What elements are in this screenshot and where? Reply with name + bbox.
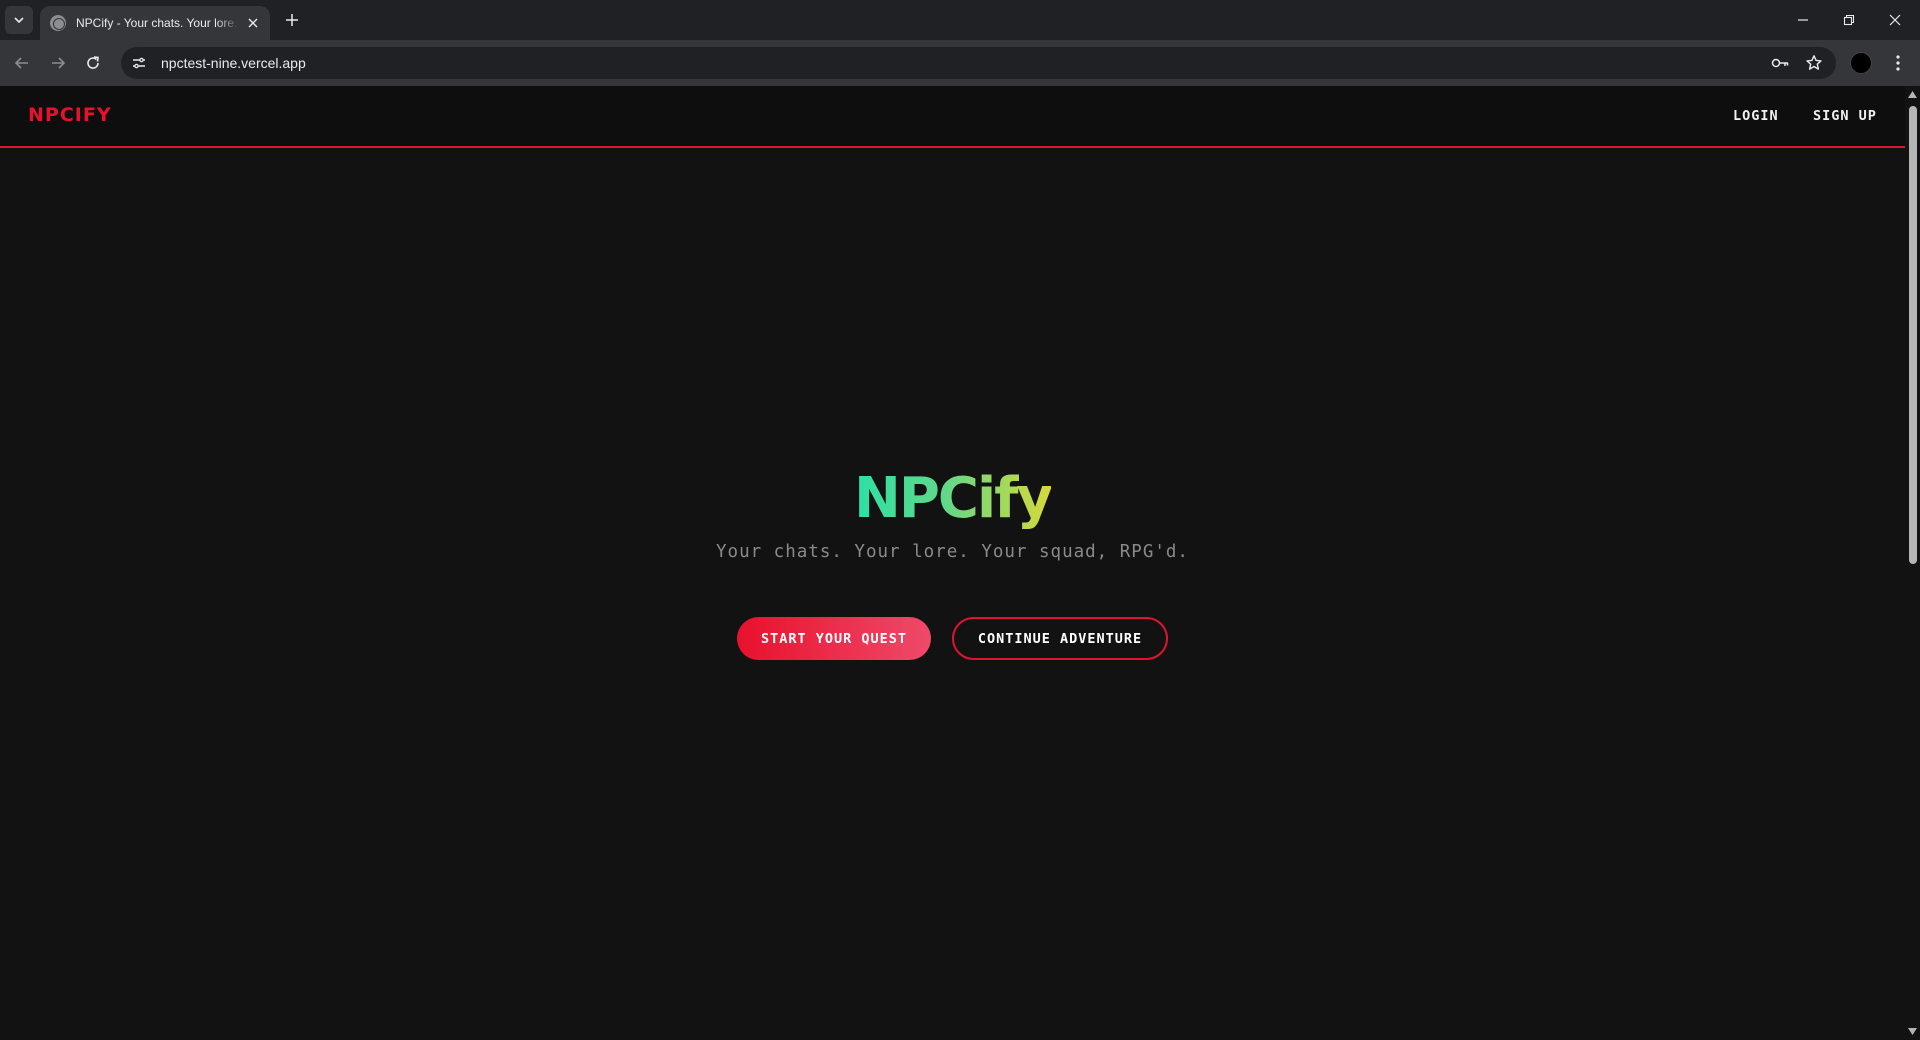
start-quest-button[interactable]: START YOUR QUEST — [737, 617, 931, 660]
hero-section: NPCify Your chats. Your lore. Your squad… — [0, 466, 1905, 562]
key-icon — [1771, 58, 1789, 68]
close-icon — [1889, 14, 1901, 26]
restore-icon — [1843, 14, 1855, 26]
profile-avatar[interactable] — [1850, 52, 1872, 74]
bookmark-button[interactable] — [1802, 51, 1826, 75]
browser-toolbar: npctest-nine.vercel.app — [0, 40, 1920, 86]
page-viewport: NPCIFY LOGIN SIGN UP NPCify Your chats. … — [0, 86, 1905, 1040]
minimize-button[interactable] — [1780, 0, 1826, 40]
arrow-right-icon — [52, 57, 66, 69]
tab-close-button[interactable] — [244, 14, 262, 32]
brand-logo[interactable]: NPCIFY — [28, 104, 112, 126]
restore-button[interactable] — [1826, 0, 1872, 40]
globe-icon — [50, 15, 66, 31]
minimize-icon — [1798, 19, 1808, 21]
continue-adventure-button[interactable]: CONTINUE ADVENTURE — [952, 617, 1168, 660]
scrollbar-thumb[interactable] — [1909, 106, 1917, 564]
page-scrollbar[interactable] — [1905, 86, 1920, 1040]
plus-icon — [286, 14, 298, 26]
close-icon — [248, 18, 258, 28]
tab-title: NPCify - Your chats. Your lore. Your squ… — [76, 16, 240, 30]
browser-menu-button[interactable] — [1884, 49, 1912, 77]
forward-button[interactable] — [44, 49, 72, 77]
new-tab-button[interactable] — [280, 8, 304, 32]
site-info-button[interactable] — [127, 51, 151, 75]
arrow-left-icon — [14, 57, 28, 69]
star-icon — [1806, 55, 1822, 70]
kebab-menu-icon — [1896, 55, 1900, 71]
hero-title: NPCify — [853, 466, 1053, 531]
login-link[interactable]: LOGIN — [1733, 108, 1779, 124]
scroll-down-arrow[interactable] — [1908, 1027, 1917, 1036]
chevron-down-icon — [14, 17, 24, 24]
tune-icon — [133, 57, 145, 69]
reload-button[interactable] — [79, 49, 107, 77]
tab-search-button[interactable] — [5, 6, 33, 34]
triangle-up-icon — [1908, 91, 1917, 98]
back-button[interactable] — [8, 49, 36, 77]
browser-tab[interactable]: NPCify - Your chats. Your lore. Your squ… — [40, 6, 270, 40]
password-manager-button[interactable] — [1768, 51, 1792, 75]
reload-icon — [87, 56, 99, 69]
url-text: npctest-nine.vercel.app — [161, 55, 306, 71]
triangle-down-icon — [1908, 1028, 1917, 1035]
signup-link[interactable]: SIGN UP — [1813, 108, 1877, 124]
close-window-button[interactable] — [1872, 0, 1918, 40]
hero-tagline: Your chats. Your lore. Your squad, RPG'd… — [716, 542, 1189, 562]
site-header: NPCIFY LOGIN SIGN UP — [0, 86, 1905, 148]
address-bar[interactable]: npctest-nine.vercel.app — [121, 47, 1836, 79]
scroll-up-arrow[interactable] — [1908, 90, 1917, 99]
browser-tab-strip: NPCify - Your chats. Your lore. Your squ… — [0, 0, 1920, 40]
